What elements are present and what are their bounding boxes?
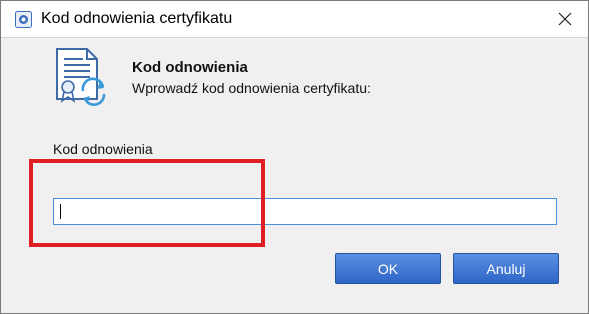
cancel-button[interactable]: Anuluj bbox=[453, 253, 559, 284]
dialog-heading: Kod odnowienia bbox=[132, 59, 248, 76]
highlight-annotation bbox=[29, 159, 265, 247]
close-button[interactable] bbox=[542, 1, 588, 37]
renewal-code-label: Kod odnowienia bbox=[53, 141, 153, 157]
dialog-window: Kod odnowienia certyfikatu Kod odnowieni… bbox=[0, 0, 589, 314]
title-bar[interactable]: Kod odnowienia certyfikatu bbox=[1, 1, 588, 37]
app-icon bbox=[15, 11, 32, 28]
certificate-renew-icon bbox=[56, 48, 106, 106]
window-title: Kod odnowienia certyfikatu bbox=[41, 10, 233, 27]
ok-button[interactable]: OK bbox=[335, 253, 441, 284]
dialog-instructions: Wprowadź kod odnowienia certyfikatu: bbox=[132, 80, 371, 96]
close-icon bbox=[558, 12, 572, 26]
